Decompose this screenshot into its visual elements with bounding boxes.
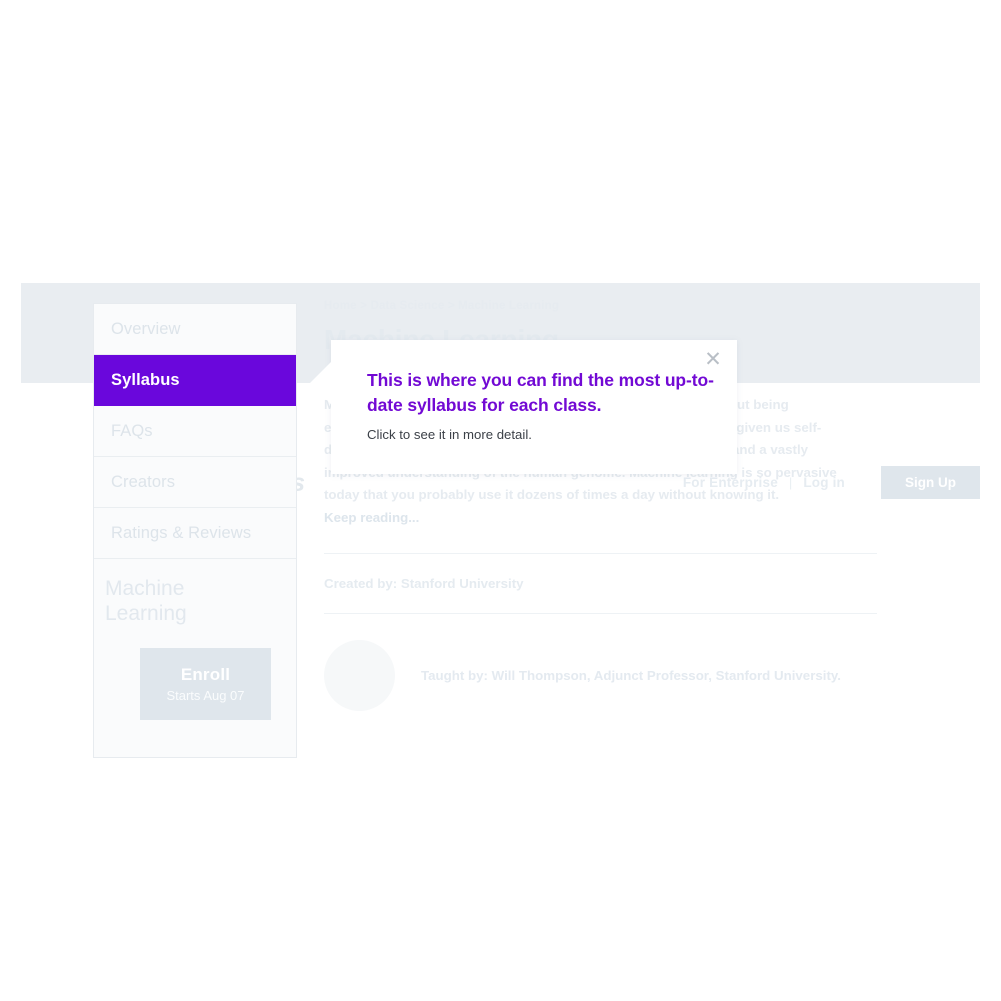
top-navigation-bar: ★ ★ ★ CoursesPlus For Enterprise | Log i… [0, 228, 1001, 499]
sidebar-course-title: Machine Learning [105, 577, 187, 625]
avatar [324, 640, 395, 711]
created-by-value[interactable]: Stanford University [401, 576, 524, 591]
course-sidebar-card: Overview Syllabus FAQs Creators Ratings … [93, 303, 297, 758]
syllabus-tooltip-popover: ✕ This is where you can find the most up… [310, 340, 737, 474]
taught-by-text: Taught by: Will Thompson, Adjunct Profes… [421, 668, 841, 683]
sidebar-item-label: Overview [111, 319, 181, 338]
enroll-section: Machine Learning Enroll Starts Aug 07 [94, 559, 296, 720]
sidebar-item-label: Creators [111, 472, 176, 491]
sign-up-button[interactable]: Sign Up [881, 466, 980, 499]
taught-by-label: Taught by: [421, 668, 488, 683]
sidebar-item-ratings-reviews[interactable]: Ratings & Reviews [94, 508, 296, 559]
sidebar-item-creators[interactable]: Creators [94, 457, 296, 508]
tooltip-subtitle: Click to see it in more detail. [367, 427, 532, 442]
sidebar-item-overview[interactable]: Overview [94, 304, 296, 355]
instructor-row: Taught by: Will Thompson, Adjunct Profes… [324, 614, 880, 711]
sidebar-item-label: Syllabus [111, 371, 180, 389]
keep-reading-link[interactable]: Keep reading... [324, 507, 880, 530]
enroll-start-date: Starts Aug 07 [166, 688, 245, 703]
tooltip-arrow [310, 362, 331, 404]
sidebar-item-faqs[interactable]: FAQs [94, 406, 296, 457]
breadcrumb[interactable]: Home > Data Science > Machine Learning [324, 300, 880, 316]
taught-by-value: Will Thompson, Adjunct Professor, Stanfo… [491, 668, 842, 683]
page-root: ★ ★ ★ CoursesPlus For Enterprise | Log i… [0, 0, 1001, 1001]
sidebar-item-label: Ratings & Reviews [111, 523, 252, 542]
enroll-button[interactable]: Enroll Starts Aug 07 [140, 648, 271, 720]
enroll-button-label: Enroll [180, 665, 231, 684]
sidebar-item-label: FAQs [111, 421, 153, 440]
sidebar-item-syllabus[interactable]: Syllabus [94, 355, 296, 406]
created-by-label: Created by: [324, 576, 398, 591]
created-by-row: Created by: Stanford University [324, 554, 880, 613]
tooltip-title: This is where you can find the most up-t… [367, 370, 714, 415]
